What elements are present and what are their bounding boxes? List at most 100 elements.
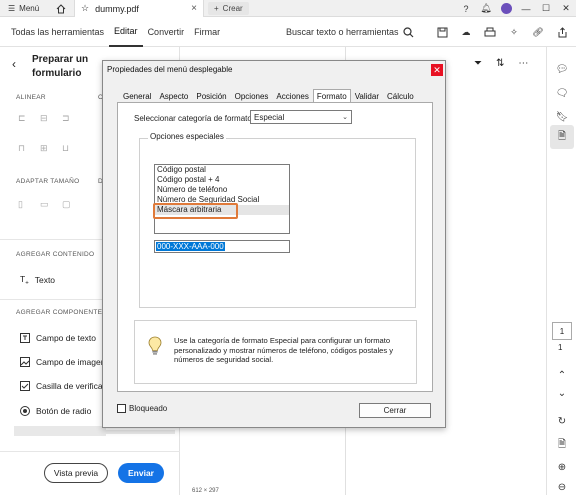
format-category-label: Seleccionar categoría de formato: xyxy=(134,114,255,123)
align-icons-row2: ⊓ ⊞ ⊔ xyxy=(18,143,84,157)
selected-tool-row[interactable] xyxy=(14,426,106,436)
preview-button[interactable]: Vista previa xyxy=(44,463,108,483)
title-bar: ☰ Menú ☆ dummy.pdf × + Crear ? 🔔︎ — ☐ ✕ xyxy=(0,0,576,17)
avatar[interactable] xyxy=(496,0,516,17)
plus-icon: + xyxy=(214,4,219,13)
match-width-icon[interactable]: ▯ xyxy=(18,199,32,213)
text-tool-icon: T+ xyxy=(20,273,29,287)
nav-edit[interactable]: Editar xyxy=(109,17,143,47)
tool-text-field[interactable]: Campo de texto xyxy=(20,329,96,347)
back-arrow-icon[interactable]: ‹ xyxy=(12,57,16,71)
close-window-icon[interactable]: ✕ xyxy=(556,0,576,17)
nav-all-tools[interactable]: Todas las herramientas xyxy=(6,17,109,47)
match-height-icon[interactable]: ▭ xyxy=(40,199,54,213)
minimize-icon[interactable]: — xyxy=(516,0,536,17)
page-size-readout: 612 × 297 xyxy=(192,488,219,494)
align-left-icon[interactable]: ⊏ xyxy=(18,113,32,127)
info-text: Use la categoría de formato Especial par… xyxy=(174,336,394,364)
print-icon[interactable] xyxy=(480,22,500,42)
document-tab[interactable]: ☆ dummy.pdf × xyxy=(74,0,204,17)
match-both-icon[interactable]: ▢ xyxy=(62,199,76,213)
align-right-icon[interactable]: ⊐ xyxy=(62,113,76,127)
comment-add-icon[interactable]: 🗨︎ xyxy=(554,85,570,101)
align-bottom-icon[interactable]: ⊔ xyxy=(62,143,76,157)
tool-image-field[interactable]: Campo de imagen xyxy=(20,353,105,371)
tool-checkbox[interactable]: Casilla de verificac xyxy=(20,377,107,395)
doc-properties-icon[interactable]: 🗎 xyxy=(554,437,570,453)
format-category-select[interactable]: Especial ⌄ xyxy=(250,110,352,124)
zoom-in-icon[interactable]: ⊕ xyxy=(554,459,570,475)
nav-sign[interactable]: Firmar xyxy=(189,17,225,47)
zoom-out-icon[interactable]: ⊖ xyxy=(554,479,570,495)
tool-image-field-label: Campo de imagen xyxy=(36,357,106,367)
refresh-icon[interactable]: ↻ xyxy=(554,413,570,429)
scroll-up-icon[interactable]: ⌃ xyxy=(554,367,570,383)
panel-title: Preparar un formulario xyxy=(32,54,89,79)
close-button[interactable]: Cerrar xyxy=(359,403,431,418)
ai-assistant-icon[interactable]: ✧ xyxy=(504,22,524,42)
search-label: Buscar texto o herramientas xyxy=(286,27,399,37)
radio-icon xyxy=(20,406,30,416)
hamburger-icon: ☰ xyxy=(8,4,16,13)
list-item[interactable]: Código postal xyxy=(155,165,289,175)
align-center-icon[interactable]: ⊟ xyxy=(40,113,54,127)
pages-icon[interactable]: 🗎 xyxy=(550,125,574,149)
align-middle-icon[interactable]: ⊞ xyxy=(40,143,54,157)
checkbox-icon xyxy=(20,381,30,391)
bookmark-icon[interactable]: 🔖︎ xyxy=(554,109,570,125)
search-tools[interactable]: Buscar texto o herramientas xyxy=(286,17,414,47)
list-item[interactable]: Número de teléfono xyxy=(155,185,289,195)
comment-icon[interactable]: 💬︎ xyxy=(554,61,570,77)
tool-text-label: Texto xyxy=(34,275,56,285)
sort-icon[interactable]: ⇅ xyxy=(496,58,504,69)
toolbar-actions: ☁ ✧ 🔗︎ xyxy=(432,17,572,47)
star-icon[interactable]: ☆ xyxy=(81,3,89,14)
locked-checkbox[interactable]: Bloqueado xyxy=(117,404,167,413)
notifications-icon[interactable]: 🔔︎ xyxy=(476,0,496,17)
list-item[interactable]: Código postal + 4 xyxy=(155,175,289,185)
maximize-icon[interactable]: ☐ xyxy=(536,0,556,17)
menu-button[interactable]: ☰ Menú xyxy=(2,1,45,16)
tool-radio[interactable]: Botón de radio xyxy=(20,402,91,420)
mask-input[interactable]: 000-XXX-AAA-000 xyxy=(154,240,290,253)
new-tab-label: Crear xyxy=(222,4,243,13)
checkbox-box[interactable] xyxy=(117,404,126,413)
new-tab-button[interactable]: + Crear xyxy=(208,2,249,15)
main-toolbar: Todas las herramientas Editar Convertir … xyxy=(0,17,576,47)
tab-title: dummy.pdf xyxy=(95,3,139,14)
upload-cloud-icon[interactable]: ☁ xyxy=(456,22,476,42)
align-top-icon[interactable]: ⊓ xyxy=(18,143,32,157)
mask-value: 000-XXX-AAA-000 xyxy=(156,242,225,251)
nav-convert[interactable]: Convertir xyxy=(143,17,190,47)
link-icon[interactable]: 🔗︎ xyxy=(528,22,548,42)
search-icon xyxy=(402,26,413,37)
home-icon xyxy=(56,3,66,13)
tool-text[interactable]: T+ Texto xyxy=(20,271,55,289)
size-icons: ▯ ▭ ▢ xyxy=(18,199,84,213)
section-content: AGREGAR CONTENIDO xyxy=(16,251,95,258)
dialog-close-icon[interactable]: ✕ xyxy=(431,64,443,76)
format-tab-panel: Seleccionar categoría de formato: Especi… xyxy=(117,102,433,392)
image-field-icon xyxy=(20,357,30,367)
help-icon[interactable]: ? xyxy=(456,0,476,17)
locked-label: Bloqueado xyxy=(129,404,168,413)
special-format-list[interactable]: Código postal Código postal + 4 Número d… xyxy=(154,164,290,234)
send-button[interactable]: Enviar xyxy=(118,463,164,483)
more-icon[interactable]: ⋯ xyxy=(518,58,528,69)
lightbulb-icon xyxy=(148,336,162,356)
scroll-down-icon[interactable]: ⌄ xyxy=(554,385,570,401)
top-nav: Todas las herramientas Editar Convertir … xyxy=(6,17,225,47)
home-button[interactable] xyxy=(52,1,70,16)
panel-scrollbar[interactable] xyxy=(105,430,175,434)
share-icon[interactable] xyxy=(552,22,572,42)
section-size: ADAPTAR TAMAÑO xyxy=(16,178,80,185)
save-icon[interactable] xyxy=(432,22,452,42)
close-tab-icon[interactable]: × xyxy=(191,3,197,14)
page-number-box[interactable]: 1 xyxy=(552,322,572,340)
chevron-down-icon: ⌄ xyxy=(342,114,348,121)
selection-highlight-box xyxy=(153,203,238,219)
filter-icon[interactable]: ⏷ xyxy=(474,58,482,69)
dropdown-properties-dialog: Propiedades del menú desplegable ✕ Gener… xyxy=(102,60,446,428)
tool-radio-label: Botón de radio xyxy=(36,406,92,416)
text-field-icon xyxy=(20,333,30,343)
